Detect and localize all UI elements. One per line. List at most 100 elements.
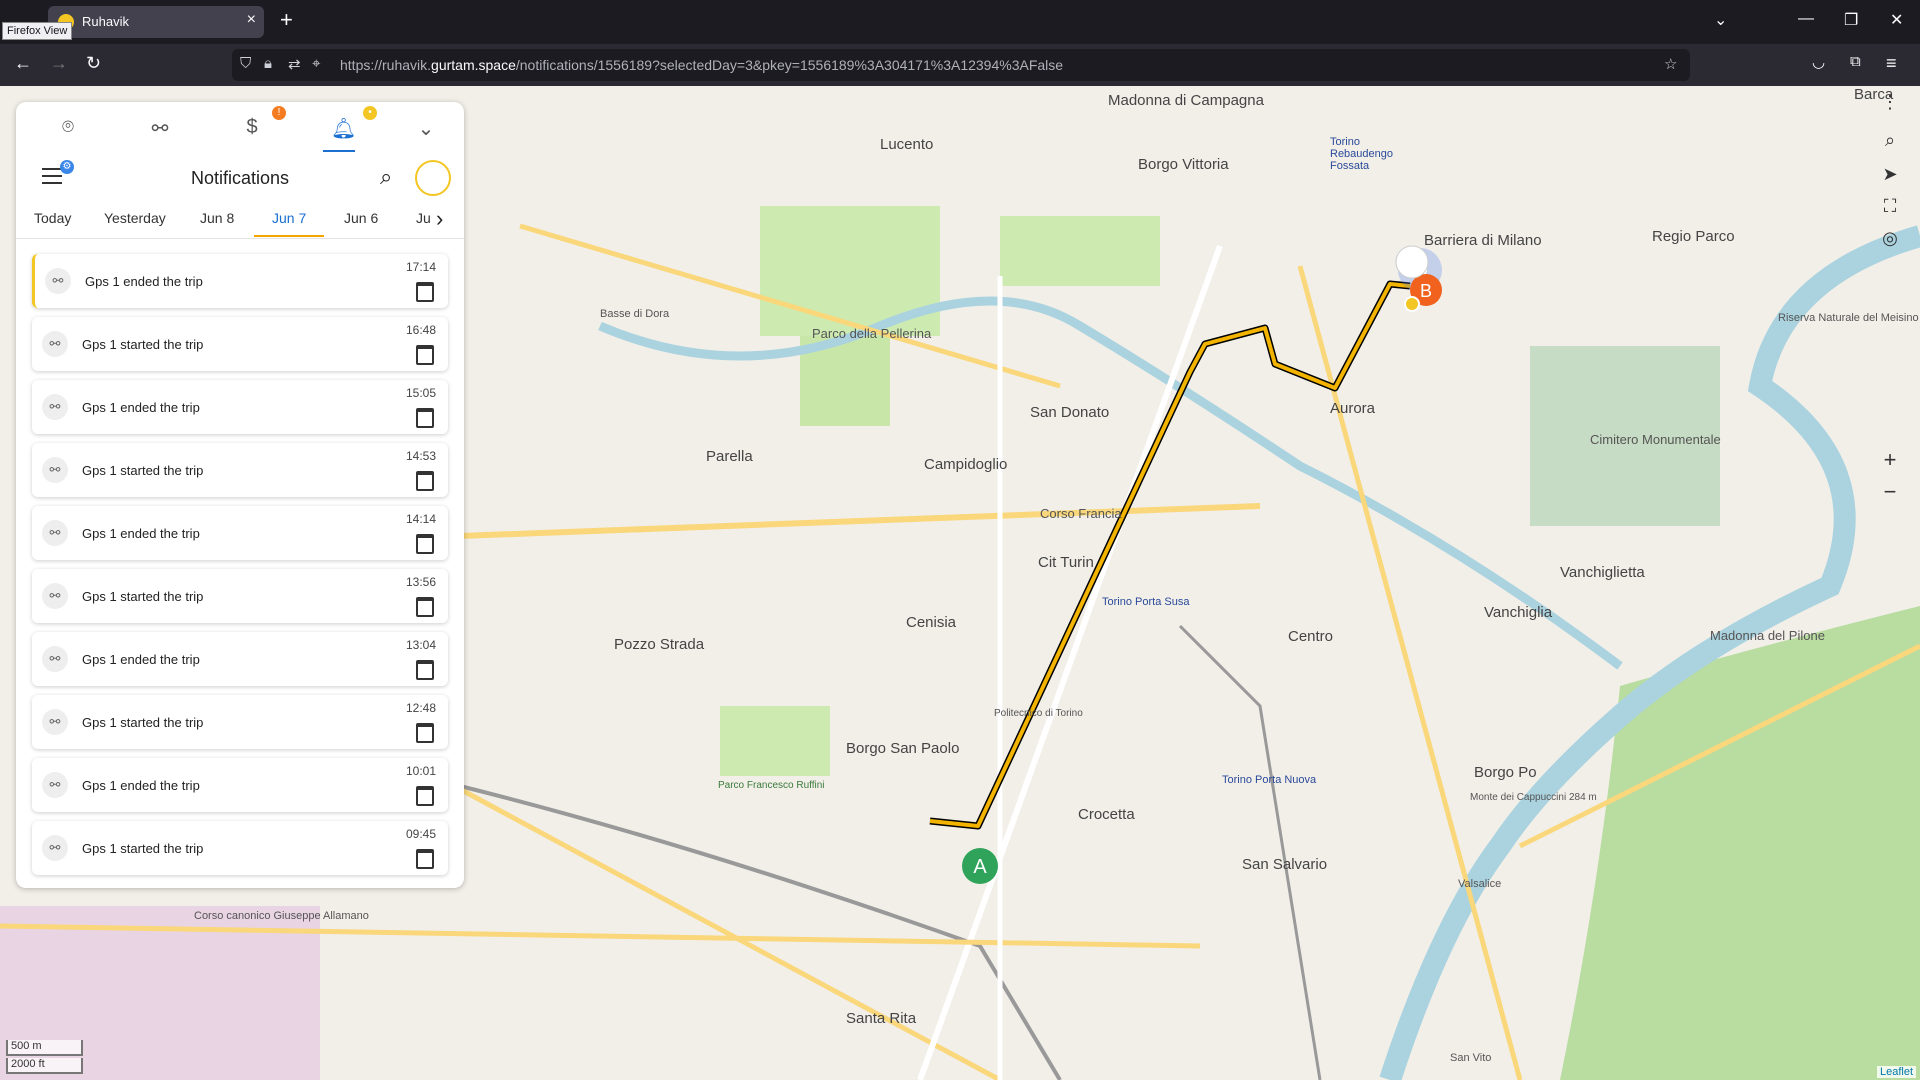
trip-icon: ⚯: [45, 268, 71, 294]
notification-item[interactable]: ⚯ Gps 1 ended the trip 10:01: [32, 758, 448, 812]
extensions-icon[interactable]: ⧉: [1850, 53, 1861, 70]
avatar[interactable]: [415, 160, 451, 196]
url-bar[interactable]: ⛉ 🔒︎ ⇄ ⌖ https://ruhavik.gurtam.space/no…: [232, 49, 1690, 81]
notification-item[interactable]: ⚯ Gps 1 started the trip 16:48: [32, 317, 448, 371]
notification-item[interactable]: ⚯ Gps 1 started the trip 13:56: [32, 569, 448, 623]
map-label: Borgo Vittoria: [1138, 156, 1229, 173]
tooltip: Firefox View: [2, 22, 73, 40]
notifications-panel: ⌾ ⚯ $ ! 🔔︎ • ⌄ ⚙ Notifications ⌕ Today Y…: [16, 102, 464, 888]
calendar-icon[interactable]: [416, 345, 434, 365]
scale-metric: 500 m: [6, 1040, 83, 1056]
map-label: Barriera di Milano: [1424, 232, 1542, 249]
map-label: Cenisia: [906, 614, 957, 631]
calendar-icon[interactable]: [416, 471, 434, 491]
notification-item[interactable]: ⚯ Gps 1 ended the trip 14:14: [32, 506, 448, 560]
notification-text: Gps 1 ended the trip: [85, 274, 203, 289]
notification-time: 10:01: [405, 764, 436, 778]
notification-item[interactable]: ⚯ Gps 1 started the trip 12:48: [32, 695, 448, 749]
location-icon[interactable]: ⌖: [312, 55, 320, 72]
navigation-arrow-icon[interactable]: ➤: [1876, 160, 1904, 188]
lock-icon[interactable]: 🔒︎: [264, 55, 272, 72]
shield-icon[interactable]: ⛉: [240, 55, 251, 72]
calendar-icon[interactable]: [416, 849, 434, 869]
browser-tab[interactable]: Ruhavik ×: [48, 6, 264, 38]
railway: [1178, 624, 1322, 1080]
calendar-icon[interactable]: [416, 282, 434, 302]
day-tab-yesterday[interactable]: Yesterday: [104, 210, 166, 226]
pocket-icon[interactable]: ◡: [1812, 53, 1825, 71]
more-options-icon[interactable]: ⋮: [1876, 88, 1904, 116]
map-label: Pozzo Strada: [614, 636, 705, 653]
chevron-right-icon[interactable]: ›: [436, 206, 460, 232]
minimize-icon[interactable]: —: [1798, 10, 1814, 28]
calendar-icon[interactable]: [416, 660, 434, 680]
map-label: Borgo San Paolo: [846, 740, 960, 757]
map-label: Cimitero Monumentale: [1590, 432, 1721, 447]
road-corso-francia: [459, 503, 1261, 539]
close-window-icon[interactable]: ✕: [1890, 10, 1903, 30]
map-label: Corso Francia: [1040, 506, 1122, 521]
search-icon[interactable]: ⌕: [380, 164, 392, 190]
calendar-icon[interactable]: [416, 786, 434, 806]
notification-text: Gps 1 ended the trip: [82, 526, 200, 541]
trip-icon: ⚯: [42, 394, 68, 420]
map-label: Crocetta: [1078, 806, 1135, 823]
bell-badge: •: [363, 106, 377, 120]
map-label: Valsalice: [1458, 878, 1502, 890]
map-label: Basse di Dora: [600, 308, 670, 320]
tab-close-icon[interactable]: ×: [247, 11, 256, 29]
trips-icon[interactable]: ⚯: [148, 116, 172, 140]
map-label: Centro: [1288, 628, 1334, 645]
calendar-icon[interactable]: [416, 408, 434, 428]
menu-icon[interactable]: ≡: [1886, 53, 1897, 74]
notification-item[interactable]: ⚯ Gps 1 started the trip 09:45: [32, 821, 448, 875]
notification-list: ⚯ Gps 1 ended the trip 17:14 ⚯ Gps 1 started…: [32, 254, 448, 884]
tab-list-icon[interactable]: ⌄: [1714, 10, 1727, 30]
trip-icon: ⚯: [42, 331, 68, 357]
locate-me-icon[interactable]: ◎: [1876, 224, 1904, 252]
bell-icon[interactable]: 🔔︎: [331, 116, 356, 140]
fit-bounds-icon[interactable]: ⛶: [1876, 192, 1904, 220]
day-tab-today[interactable]: Today: [34, 210, 71, 226]
bookmark-star-icon[interactable]: ☆: [1664, 55, 1677, 73]
notification-item[interactable]: ⚯ Gps 1 ended the trip 17:14: [32, 254, 448, 308]
notification-text: Gps 1 ended the trip: [82, 652, 200, 667]
new-tab-icon[interactable]: +: [280, 8, 293, 32]
map-label: Parco della Pellerina: [812, 326, 932, 341]
chevron-circle-icon[interactable]: ⌄: [414, 116, 438, 140]
park-area: [720, 706, 830, 776]
scale-imperial: 2000 ft: [6, 1058, 83, 1074]
map-label: Politecnico di Torino: [994, 708, 1083, 719]
zoom-in-button[interactable]: +: [1876, 446, 1904, 474]
calendar-icon[interactable]: [416, 597, 434, 617]
day-tab-jun8[interactable]: Jun 8: [200, 210, 234, 226]
attribution-link[interactable]: Leaflet: [1876, 1066, 1916, 1078]
notification-item[interactable]: ⚯ Gps 1 started the trip 14:53: [32, 443, 448, 497]
notification-item[interactable]: ⚯ Gps 1 ended the trip 15:05: [32, 380, 448, 434]
zoom-out-button[interactable]: −: [1876, 478, 1904, 506]
calendar-icon[interactable]: [416, 723, 434, 743]
day-tabs: Today Yesterday Jun 8 Jun 7 Jun 6 Ju ›: [16, 202, 464, 239]
maximize-icon[interactable]: ❐: [1844, 10, 1858, 30]
day-tab-more[interactable]: Ju: [416, 210, 431, 226]
start-marker-label: A: [973, 856, 987, 878]
trip-icon: ⚯: [42, 520, 68, 546]
day-tab-jun6[interactable]: Jun 6: [344, 210, 378, 226]
forward-icon[interactable]: →: [50, 53, 68, 74]
tab-title: Ruhavik: [82, 14, 129, 29]
location-pin-icon[interactable]: ⌾: [56, 116, 80, 140]
map-label: Campidoglio: [924, 456, 1008, 473]
calendar-icon[interactable]: [416, 534, 434, 554]
dollar-icon[interactable]: $: [240, 116, 264, 140]
map-label: Monte dei Cappuccini 284 m: [1470, 792, 1597, 803]
notification-item[interactable]: ⚯ Gps 1 ended the trip 13:04: [32, 632, 448, 686]
map-search-icon[interactable]: ⌕: [1876, 126, 1904, 154]
browser-nav-bar: ← → ↻ ⛉ 🔒︎ ⇄ ⌖ https://ruhavik.gurtam.sp…: [0, 44, 1920, 86]
map-label: San Salvario: [1242, 856, 1328, 873]
day-tab-jun7[interactable]: Jun 7: [272, 210, 306, 226]
permissions-icon[interactable]: ⇄: [288, 55, 301, 73]
reload-icon[interactable]: ↻: [86, 53, 101, 74]
map-label: Regio Parco: [1652, 228, 1735, 245]
back-icon[interactable]: ←: [14, 53, 32, 74]
device-avatar-icon[interactable]: [1395, 245, 1429, 279]
